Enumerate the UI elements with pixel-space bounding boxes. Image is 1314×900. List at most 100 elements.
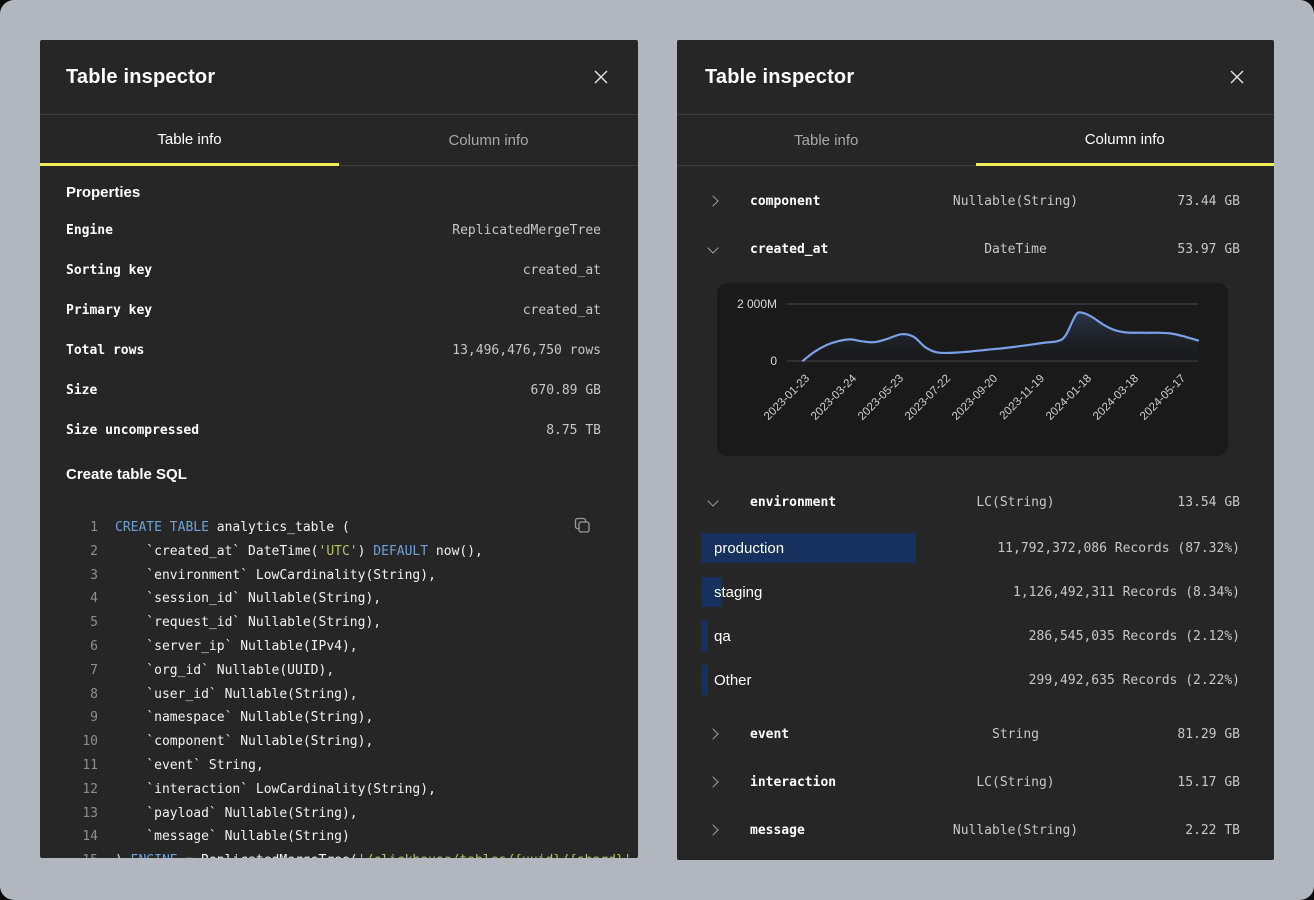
close-icon-glyph <box>1230 70 1244 84</box>
sql-code-line: 9 `namespace` Nullable(String), <box>66 706 601 730</box>
table-info-content: Properties Engine ReplicatedMergeTree So… <box>40 182 638 858</box>
sql-code-line: 11 `event` String, <box>66 754 601 778</box>
line-number: 5 <box>66 611 98 635</box>
value-label: staging <box>701 584 762 601</box>
code-text: `created_at` DateTime('UTC') DEFAULT now… <box>115 540 483 564</box>
value-label: production <box>701 540 784 557</box>
dialog-header: Table inspector <box>677 40 1274 115</box>
code-text: `environment` LowCardinality(String), <box>115 564 436 588</box>
code-text: `component` Nullable(String), <box>115 730 373 754</box>
sql-code-line: 1 CREATE TABLE analytics_table ( <box>66 516 601 540</box>
tab-column-info[interactable]: Column info <box>339 115 638 166</box>
column-name: environment <box>727 495 903 510</box>
value-label: qa <box>701 628 731 645</box>
svg-text:2 000M: 2 000M <box>737 297 777 311</box>
column-row-event[interactable]: event String 81.29 GB <box>701 710 1240 758</box>
chevron-icon[interactable] <box>707 728 718 739</box>
sql-code-line: 2 `created_at` DateTime('UTC') DEFAULT n… <box>66 540 601 564</box>
column-row-environment[interactable]: environment LC(String) 13.54 GB <box>701 478 1240 526</box>
chevron-icon[interactable] <box>707 824 718 835</box>
line-number: 14 <box>66 825 98 849</box>
tab-column-info[interactable]: Column info <box>976 115 1275 166</box>
code-text: CREATE TABLE analytics_table ( <box>115 516 350 540</box>
code-text: `session_id` Nullable(String), <box>115 587 381 611</box>
x-axis-tick-label: 2023-09-20 <box>950 373 1000 423</box>
code-text: `namespace` Nullable(String), <box>115 706 373 730</box>
copy-icon[interactable] <box>571 516 593 538</box>
property-label: Engine <box>66 223 113 238</box>
sql-code-line: 15 ) ENGINE = ReplicatedMergeTree('/clic… <box>66 849 601 858</box>
property-value: 13,496,476,750 rows <box>452 343 601 358</box>
sparkline-svg: 2 000M02023-01-232023-03-242023-05-23202… <box>717 283 1228 456</box>
properties-list: Engine ReplicatedMergeTree Sorting key c… <box>66 210 601 450</box>
sql-code-lines: 1 CREATE TABLE analytics_table ( 2 `crea… <box>66 516 601 858</box>
property-row: Size 670.89 GB <box>66 370 601 410</box>
x-axis-tick-label: 2023-03-24 <box>809 372 860 423</box>
column-type: LC(String) <box>903 775 1128 790</box>
sql-code-line: 14 `message` Nullable(String) <box>66 825 601 849</box>
copy-icon-glyph <box>574 517 591 534</box>
dialog-title: Table inspector <box>705 66 854 89</box>
tab-table-info[interactable]: Table info <box>40 115 339 166</box>
column-row-message[interactable]: message Nullable(String) 2.22 TB <box>701 806 1240 854</box>
line-number: 1 <box>66 516 98 540</box>
chevron-icon[interactable] <box>707 776 718 787</box>
line-number: 6 <box>66 635 98 659</box>
sql-code-line: 13 `payload` Nullable(String), <box>66 802 601 826</box>
code-text: ) ENGINE = ReplicatedMergeTree('/clickho… <box>115 849 638 858</box>
line-number: 7 <box>66 659 98 683</box>
value-record-count: 11,792,372,086 Records (87.32%) <box>997 541 1240 556</box>
chevron-icon[interactable] <box>707 195 718 206</box>
value-record-count: 286,545,035 Records (2.12%) <box>1029 629 1240 644</box>
property-row: Total rows 13,496,476,750 rows <box>66 330 601 370</box>
close-icon-glyph <box>594 70 608 84</box>
line-number: 10 <box>66 730 98 754</box>
column-row-created_at[interactable]: created_at DateTime 53.97 GB <box>701 225 1240 273</box>
code-text: `org_id` Nullable(UUID), <box>115 659 334 683</box>
sql-code-block: 1 CREATE TABLE analytics_table ( 2 `crea… <box>66 516 601 858</box>
line-number: 4 <box>66 587 98 611</box>
column-name: component <box>727 194 903 209</box>
table-inspector-dialog-table-info: Table inspector Table info Column info P… <box>40 40 638 858</box>
property-row: Size uncompressed 8.75 TB <box>66 410 601 450</box>
close-icon[interactable] <box>1226 66 1248 88</box>
column-type: Nullable(String) <box>903 823 1128 838</box>
column-size: 2.22 TB <box>1128 823 1240 838</box>
property-label: Size uncompressed <box>66 423 199 438</box>
column-row-interaction[interactable]: interaction LC(String) 15.17 GB <box>701 758 1240 806</box>
code-text: `payload` Nullable(String), <box>115 802 358 826</box>
column-type: String <box>903 727 1128 742</box>
sql-code-line: 12 `interaction` LowCardinality(String), <box>66 778 601 802</box>
line-number: 2 <box>66 540 98 564</box>
code-text: `request_id` Nullable(String), <box>115 611 381 635</box>
line-number: 8 <box>66 683 98 707</box>
column-size: 13.54 GB <box>1128 495 1240 510</box>
close-icon[interactable] <box>590 66 612 88</box>
column-row-component[interactable]: component Nullable(String) 73.44 GB <box>701 177 1240 225</box>
x-axis-tick-label: 2024-03-18 <box>1091 373 1141 423</box>
line-number: 15 <box>66 849 98 858</box>
x-axis-tick-label: 2023-05-23 <box>856 373 906 423</box>
sql-code-line: 10 `component` Nullable(String), <box>66 730 601 754</box>
x-axis-tick-label: 2023-11-19 <box>998 373 1047 422</box>
code-text: `interaction` LowCardinality(String), <box>115 778 436 802</box>
column-type: LC(String) <box>903 495 1128 510</box>
line-number: 12 <box>66 778 98 802</box>
chevron-icon[interactable] <box>707 242 718 253</box>
sql-code-line: 8 `user_id` Nullable(String), <box>66 683 601 707</box>
x-axis-tick-label: 2024-05-17 <box>1138 373 1188 423</box>
code-text: `message` Nullable(String) <box>115 825 350 849</box>
environment-value-row-staging: staging 1,126,492,311 Records (8.34%) <box>701 570 1240 614</box>
tab-table-info[interactable]: Table info <box>677 115 976 166</box>
column-size: 73.44 GB <box>1128 194 1240 209</box>
line-number: 3 <box>66 564 98 588</box>
code-text: `user_id` Nullable(String), <box>115 683 358 707</box>
column-type: DateTime <box>903 242 1128 257</box>
code-text: `event` String, <box>115 754 264 778</box>
sql-code-line: 7 `org_id` Nullable(UUID), <box>66 659 601 683</box>
x-axis-tick-label: 2023-07-22 <box>903 373 953 423</box>
dialog-header: Table inspector <box>40 40 638 115</box>
x-axis-tick-label: 2024-01-18 <box>1044 373 1094 423</box>
line-number: 13 <box>66 802 98 826</box>
chevron-icon[interactable] <box>707 495 718 506</box>
